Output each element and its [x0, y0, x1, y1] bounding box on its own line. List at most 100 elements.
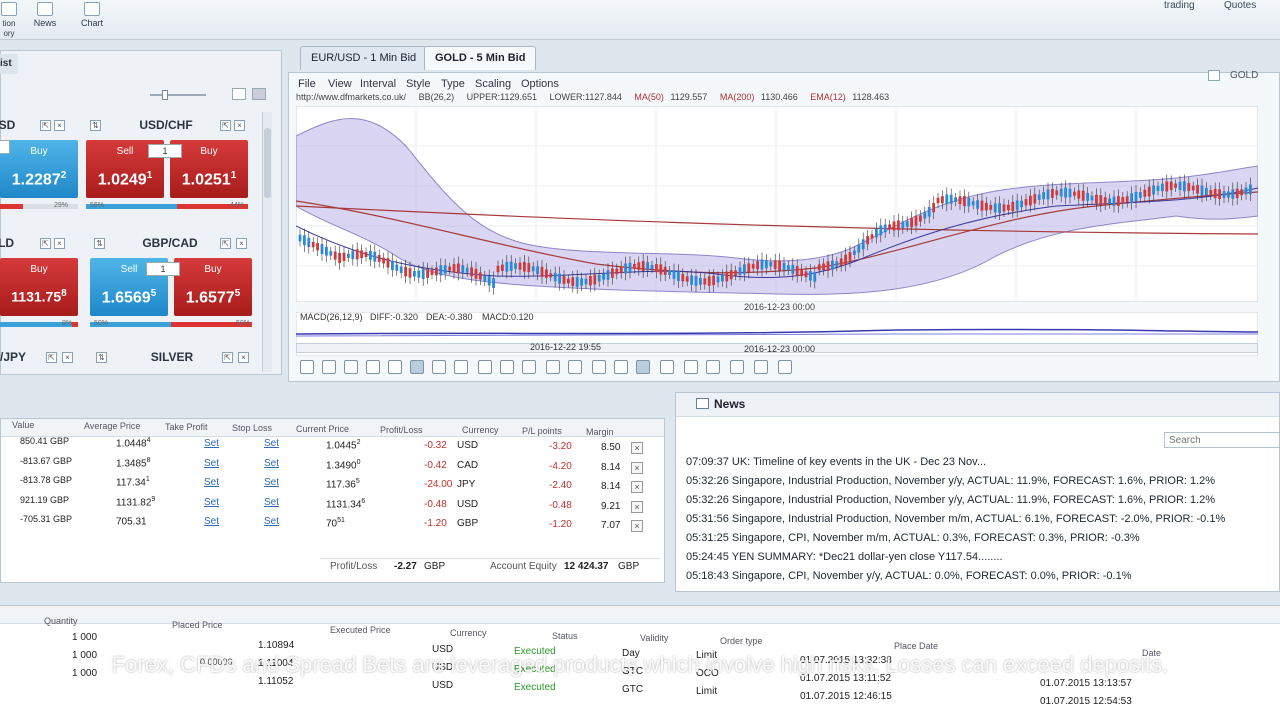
export-icon[interactable] — [778, 360, 792, 374]
news-item[interactable]: 05:31:25 Singapore, CPI, November m/m, A… — [686, 532, 1140, 544]
close-icon[interactable]: × — [236, 238, 247, 249]
function-icon[interactable] — [568, 360, 582, 374]
detach-icon[interactable]: ⇱ — [46, 352, 57, 363]
news-item[interactable]: 05:24:45 YEN SUMMARY: *Dec21 dollar-yen … — [686, 551, 1003, 563]
image-icon[interactable] — [546, 360, 560, 374]
bars-icon[interactable] — [636, 360, 650, 374]
stop-loss-link[interactable]: Set — [264, 516, 279, 527]
fit-icon[interactable] — [410, 360, 424, 374]
col-currency[interactable]: Currency — [462, 425, 499, 435]
close-position-icon[interactable]: × — [631, 500, 643, 513]
sigma-icon[interactable] — [592, 360, 606, 374]
close-icon[interactable]: × — [238, 352, 249, 363]
menu-options[interactable]: Options — [521, 78, 559, 90]
crosshair-icon[interactable] — [432, 360, 446, 374]
detach-icon[interactable]: ⇱ — [40, 120, 51, 131]
quotes-link[interactable]: Quotes — [1224, 0, 1256, 11]
take-profit-link[interactable]: Set — [204, 477, 219, 488]
qty-stepper[interactable] — [0, 140, 10, 154]
detach-icon[interactable]: ⇱ — [40, 238, 51, 249]
col-take-profit[interactable]: Take Profit — [165, 422, 208, 432]
news-button[interactable]: News — [32, 2, 58, 28]
menu-view[interactable]: View — [328, 78, 352, 90]
close-position-icon[interactable]: × — [631, 481, 643, 493]
ask-icon[interactable] — [754, 360, 768, 374]
close-icon[interactable]: × — [54, 120, 65, 131]
menu-type[interactable]: Type — [441, 78, 465, 90]
close-position-icon[interactable]: × — [631, 520, 643, 532]
col-value[interactable]: Value — [12, 420, 34, 430]
col-order-type[interactable]: Order type — [720, 636, 763, 646]
news-item[interactable]: 05:18:43 Singapore, CPI, November y/y, A… — [686, 570, 1132, 582]
col-order-currency[interactable]: Currency — [450, 628, 487, 638]
grid-icon[interactable] — [454, 360, 468, 374]
lines-icon[interactable] — [660, 360, 674, 374]
stop-loss-link[interactable]: Set — [264, 497, 279, 508]
close-position-icon[interactable]: × — [631, 442, 643, 454]
info-icon[interactable] — [388, 360, 402, 374]
col-avg-price[interactable]: Average Price — [84, 421, 140, 431]
zoom-slider[interactable] — [140, 90, 220, 100]
qty-stepper[interactable]: 1 — [148, 144, 182, 158]
col-margin[interactable]: Margin — [586, 427, 614, 437]
menu-scaling[interactable]: Scaling — [475, 78, 511, 90]
compare-icon[interactable] — [614, 360, 628, 374]
news-item[interactable]: 05:32:26 Singapore, Industrial Productio… — [686, 475, 1215, 487]
col-quantity[interactable]: Quantity — [44, 616, 78, 626]
news-search-input[interactable] — [1164, 432, 1280, 448]
list-view-icon[interactable] — [252, 88, 266, 100]
camera-icon[interactable] — [684, 360, 698, 374]
qty-stepper[interactable]: 1 — [146, 262, 180, 276]
col-executed-price[interactable]: Executed Price — [330, 625, 391, 635]
history-button[interactable]: tion ory — [0, 2, 18, 38]
close-position-icon[interactable]: × — [631, 461, 643, 474]
trash-icon[interactable] — [478, 360, 492, 374]
stop-loss-link[interactable]: Set — [264, 438, 279, 449]
price-chart[interactable] — [296, 106, 1258, 302]
buy-button[interactable]: Buy 1.65775 — [174, 258, 252, 316]
menu-style[interactable]: Style — [406, 78, 430, 90]
close-icon[interactable]: × — [54, 238, 65, 249]
col-status[interactable]: Status — [552, 631, 578, 641]
watchlist-scrollbar[interactable] — [262, 112, 272, 372]
col-validity[interactable]: Validity — [640, 633, 668, 643]
trading-link[interactable]: trading — [1164, 0, 1195, 11]
bucket-icon[interactable] — [500, 360, 514, 374]
take-profit-link[interactable]: Set — [204, 516, 219, 527]
zoom-icon[interactable] — [366, 360, 380, 374]
col-pl-points[interactable]: P/L points — [522, 426, 562, 436]
take-profit-link[interactable]: Set — [204, 497, 219, 508]
detach-icon[interactable]: ⇱ — [222, 352, 233, 363]
stop-loss-link[interactable]: Set — [264, 458, 279, 469]
news-item[interactable]: 07:09:37 UK: Timeline of key events in t… — [686, 456, 986, 468]
news-item[interactable]: 05:32:26 Singapore, Industrial Productio… — [686, 494, 1215, 506]
take-profit-link[interactable]: Set — [204, 438, 219, 449]
tab-eurusd[interactable]: EUR/USD - 1 Min Bid — [300, 46, 428, 70]
popout-icon[interactable] — [1208, 70, 1220, 81]
close-icon[interactable]: × — [234, 120, 245, 131]
col-stop-loss[interactable]: Stop Loss — [232, 423, 272, 433]
tree-icon[interactable] — [322, 360, 336, 374]
list-icon[interactable] — [344, 360, 358, 374]
menu-interval[interactable]: Interval — [360, 78, 396, 90]
hand-icon[interactable] — [522, 360, 536, 374]
print-icon[interactable] — [706, 360, 720, 374]
tab-gold[interactable]: GOLD - 5 Min Bid — [424, 46, 537, 70]
col-placed-price[interactable]: Placed Price — [172, 620, 223, 630]
pencil-icon[interactable] — [300, 360, 314, 374]
news-item[interactable]: 05:31:56 Singapore, Industrial Productio… — [686, 513, 1225, 525]
col-profit-loss[interactable]: Profit/Loss — [380, 425, 423, 435]
menu-file[interactable]: File — [298, 78, 316, 90]
watchlist-tab[interactable]: ist — [0, 54, 18, 74]
chart-button[interactable]: Chart — [78, 2, 106, 28]
col-place-date[interactable]: Place Date — [894, 641, 938, 651]
col-current-price[interactable]: Current Price — [296, 424, 349, 434]
close-icon[interactable]: × — [62, 352, 73, 363]
take-profit-link[interactable]: Set — [204, 458, 219, 469]
stop-loss-link[interactable]: Set — [264, 477, 279, 488]
buy-button[interactable]: Buy 1131.758 — [0, 258, 78, 316]
detach-icon[interactable]: ⇱ — [220, 238, 231, 249]
bid-icon[interactable] — [730, 360, 744, 374]
detach-icon[interactable]: ⇱ — [220, 120, 231, 131]
buy-button[interactable]: Buy 1.22872 — [0, 140, 78, 198]
